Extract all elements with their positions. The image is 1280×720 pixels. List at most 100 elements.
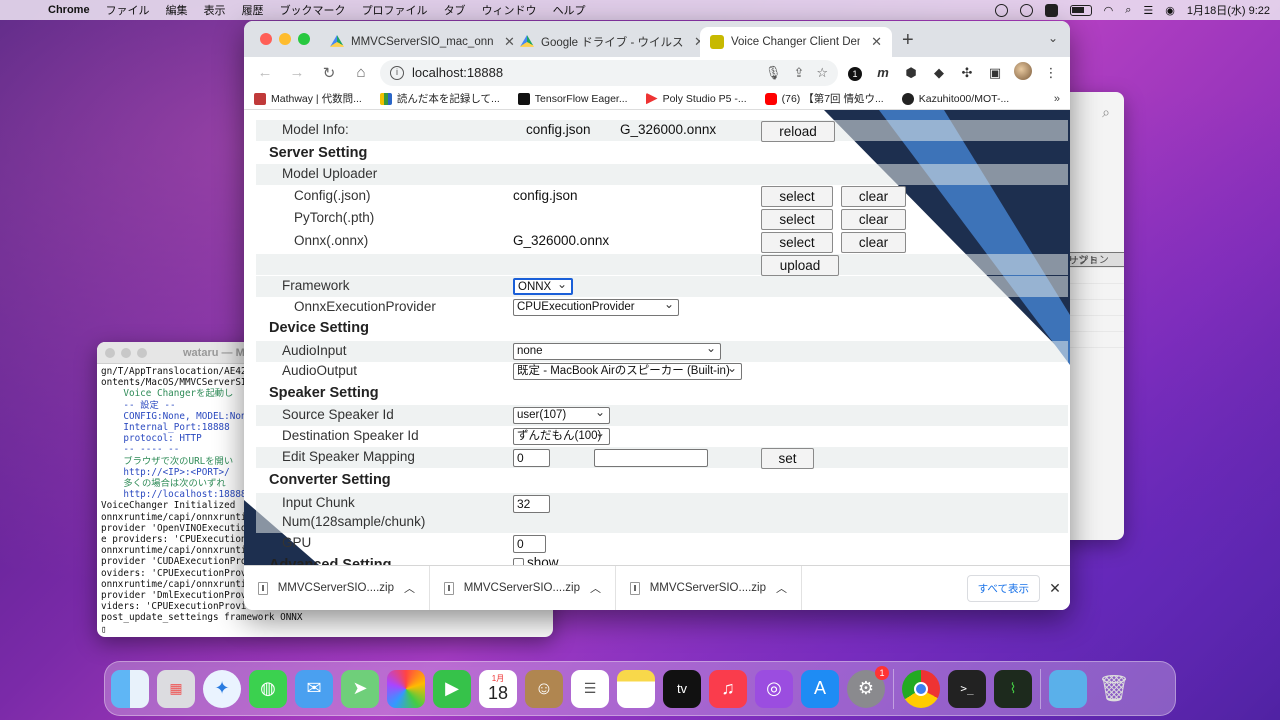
messages-icon[interactable]: ◍: [249, 669, 287, 708]
side-panel-icon[interactable]: ▣: [984, 65, 1006, 81]
tab-mmvc-server[interactable]: MMVCServerSIO_mac_onnxcpu ✕: [320, 27, 525, 57]
home-icon[interactable]: ⌂: [348, 64, 374, 81]
facetime-icon[interactable]: ▶: [433, 669, 471, 708]
extension-1-icon[interactable]: 1: [844, 65, 866, 81]
forward-arrow-icon[interactable]: →: [284, 64, 310, 81]
chrome-window[interactable]: MMVCServerSIO_mac_onnxcpu ✕ Google ドライブ …: [244, 21, 1070, 610]
page-content[interactable]: Model Info: config.json G_326000.onnx re…: [244, 110, 1070, 565]
bookmark-item[interactable]: 読んだ本を記録して...: [379, 91, 500, 106]
onnx-select-button[interactable]: select: [761, 232, 833, 253]
source-speaker-select[interactable]: user(107): [513, 407, 610, 424]
chrome-icon[interactable]: [902, 669, 940, 708]
destination-speaker-select[interactable]: ずんだもん(100): [513, 428, 610, 445]
menu-file[interactable]: ファイル: [98, 2, 158, 18]
kebab-menu-icon[interactable]: ⋮: [1040, 65, 1062, 81]
app-store-icon[interactable]: A: [801, 669, 839, 708]
url-text[interactable]: localhost:18888: [412, 65, 503, 80]
bookmark-item[interactable]: Poly Studio P5 -...: [645, 92, 747, 105]
bookmark-item[interactable]: Kazuhito00/MOT-...: [901, 92, 1009, 105]
framework-select[interactable]: ONNX: [513, 278, 573, 295]
control-center-icon[interactable]: ☰: [1143, 4, 1153, 17]
maps-icon[interactable]: ➤: [341, 669, 379, 708]
show-all-downloads-button[interactable]: すべて表示: [966, 574, 1040, 602]
extension-hex-icon[interactable]: ⬢: [900, 65, 922, 81]
extensions-puzzle-icon[interactable]: ✣: [956, 65, 978, 81]
site-info-icon[interactable]: i: [390, 65, 404, 80]
menu-view[interactable]: 表示: [196, 2, 234, 18]
podcasts-icon[interactable]: ◎: [755, 669, 793, 708]
fullscreen-window-icon[interactable]: [298, 33, 310, 45]
close-window-icon[interactable]: [260, 33, 272, 45]
avatar[interactable]: [1012, 62, 1034, 83]
menu-edit[interactable]: 編集: [158, 2, 196, 18]
search-icon[interactable]: ⌕: [1102, 104, 1110, 121]
pytorch-select-button[interactable]: select: [761, 209, 833, 230]
pytorch-clear-button[interactable]: clear: [841, 209, 906, 230]
contacts-icon[interactable]: ☺: [525, 669, 563, 708]
reload-icon[interactable]: ↻: [316, 64, 342, 82]
provider-select[interactable]: CPUExecutionProvider: [513, 299, 679, 316]
upload-button[interactable]: upload: [761, 255, 839, 276]
terminal-icon[interactable]: >_: [948, 669, 986, 708]
safari-icon[interactable]: ✦: [203, 669, 241, 708]
battery-icon[interactable]: [1069, 4, 1092, 16]
chevron-up-icon[interactable]: ︿: [404, 580, 415, 596]
share-icon[interactable]: ⇪: [793, 65, 804, 81]
music-icon[interactable]: ♫: [709, 669, 747, 708]
system-settings-icon[interactable]: ⚙ 1: [847, 665, 889, 708]
gpu-input[interactable]: 0: [513, 535, 546, 553]
back-arrow-icon[interactable]: ←: [252, 64, 278, 81]
minimize-window-icon[interactable]: [279, 33, 291, 45]
microphone-icon[interactable]: 🎙: [765, 65, 782, 81]
mapping-name-input[interactable]: [594, 449, 708, 467]
reload-button[interactable]: reload: [761, 121, 835, 142]
address-bar[interactable]: i localhost:18888 🎙 ⇪ ☆: [380, 59, 838, 86]
close-icon[interactable]: ✕: [1040, 580, 1070, 597]
zoom-window-icon[interactable]: [137, 347, 147, 358]
menu-profile[interactable]: プロファイル: [354, 2, 436, 18]
wifi-icon[interactable]: ◠: [1104, 4, 1114, 17]
photos-icon[interactable]: [387, 669, 425, 708]
reminders-icon[interactable]: ☰: [571, 669, 609, 708]
extension-shield-icon[interactable]: ◆: [928, 65, 950, 81]
tab-search-chevron-icon[interactable]: ⌄: [1048, 31, 1058, 45]
onnx-clear-button[interactable]: clear: [841, 232, 906, 253]
activity-monitor-icon[interactable]: ⌇: [994, 669, 1032, 708]
menu-help[interactable]: ヘルプ: [545, 2, 594, 18]
download-item[interactable]: MMVCServerSIO....zip ︿: [244, 565, 430, 610]
spotlight-search-icon[interactable]: ⌕: [1125, 4, 1131, 17]
bookmark-star-icon[interactable]: ☆: [816, 65, 828, 81]
input-method-icon[interactable]: [1044, 3, 1058, 17]
download-item[interactable]: MMVCServerSIO....zip ︿: [430, 565, 616, 610]
close-window-icon[interactable]: [105, 347, 115, 358]
stop-record-icon[interactable]: [994, 3, 1008, 17]
close-tab-icon[interactable]: ✕: [871, 34, 882, 50]
downloads-folder-icon[interactable]: [1049, 669, 1087, 708]
chevron-up-icon[interactable]: ︿: [776, 580, 787, 596]
audio-input-select[interactable]: none: [513, 343, 721, 360]
tab-google-drive[interactable]: Google ドライブ - ウイルス スキ ✕: [510, 27, 715, 57]
config-select-button[interactable]: select: [761, 186, 833, 207]
siri-icon[interactable]: ◉: [1165, 4, 1175, 17]
config-clear-button[interactable]: clear: [841, 186, 906, 207]
launchpad-icon[interactable]: ▦: [157, 669, 195, 708]
mapping-id-input[interactable]: 0: [513, 449, 550, 467]
menu-tab[interactable]: タブ: [436, 2, 474, 18]
tab-voice-changer[interactable]: Voice Changer Client Demo ✕: [700, 27, 892, 57]
download-item[interactable]: MMVCServerSIO....zip ︿: [616, 565, 802, 610]
menu-bookmarks[interactable]: ブックマーク: [272, 2, 354, 18]
bookmarks-overflow-chevron[interactable]: »: [1054, 93, 1060, 105]
audio-output-select[interactable]: 既定 - MacBook Airのスピーカー (Built-in): [513, 363, 742, 380]
minimize-window-icon[interactable]: [121, 347, 131, 358]
menu-history[interactable]: 履歴: [234, 2, 272, 18]
finder-icon[interactable]: [111, 669, 149, 708]
calendar-icon[interactable]: 1月 18: [479, 669, 517, 708]
new-tab-plus-icon[interactable]: +: [902, 29, 914, 52]
bookmark-item[interactable]: TensorFlow Eager...: [517, 92, 628, 105]
chevron-up-icon[interactable]: ︿: [590, 580, 601, 596]
show-checkbox[interactable]: [513, 558, 524, 565]
menu-clock[interactable]: 1月18日(水) 9:22: [1187, 2, 1270, 18]
trash-icon[interactable]: 🗑: [1095, 670, 1133, 708]
bookmark-item[interactable]: Mathway | 代数問...: [254, 91, 362, 106]
menu-window[interactable]: ウィンドウ: [474, 2, 545, 18]
